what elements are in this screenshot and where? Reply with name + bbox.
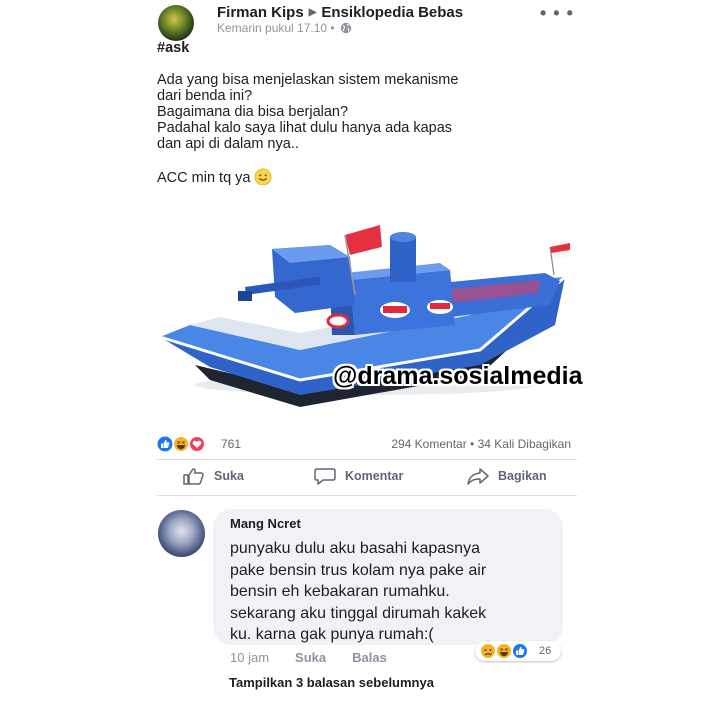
comment-text-line: pake bensin trus kolam nya pake air [230, 561, 487, 579]
like-reaction-icon [512, 643, 528, 659]
comment-text-line: sekarang aku tinggal dirumah kakek [230, 604, 487, 622]
post-text: #ask Ada yang bisa menjelaskan sistem me… [157, 40, 577, 186]
share-icon [467, 468, 489, 485]
facebook-post: Firman Kips ▶ Ensiklopedia Bebas Kemarin p… [0, 0, 720, 720]
divider [157, 495, 577, 496]
post-stats: 294 Komentar • 34 Kali Dibagikan [391, 437, 571, 451]
haha-reaction-icon [173, 436, 189, 452]
post-timestamp[interactable]: Kemarin pukul 17.10 [217, 21, 327, 35]
haha-reaction-icon [496, 643, 512, 659]
post-text-line: Padahal kalo saya lihat dulu hanya ada k… [157, 120, 453, 136]
smile-emoji-icon [254, 168, 273, 186]
post-text-line: Ada yang bisa menjelaskan sistem mekanis… [157, 72, 459, 88]
love-reaction-icon [189, 436, 205, 452]
sad-reaction-icon [480, 643, 496, 659]
thumbs-up-icon [183, 468, 204, 485]
comment-text-line: bensin eh kebakaran rumahku. [230, 583, 450, 600]
comment-label: Komentar [345, 469, 404, 483]
author-name[interactable]: Firman Kips [217, 4, 304, 21]
globe-icon [340, 22, 352, 34]
comment-reactions[interactable]: 26 [475, 641, 561, 661]
comment-like-button[interactable]: Suka [295, 650, 326, 665]
reaction-count[interactable]: 761 [221, 437, 241, 451]
post-text-line: Bagaimana dia bisa berjalan? [157, 104, 349, 120]
arrow-right-icon: ▶ [308, 7, 317, 18]
more-options-icon[interactable]: • • • [540, 3, 574, 24]
commenter-avatar[interactable] [158, 510, 205, 557]
divider [157, 459, 577, 460]
author-avatar[interactable] [158, 5, 194, 41]
post-header-names: Firman Kips ▶ Ensiklopedia Bebas [217, 4, 463, 21]
post-closing-text: ACC min tq ya [157, 170, 251, 186]
like-button[interactable]: Suka [182, 466, 244, 486]
post-text-line: dan api di dalam nya.. [157, 136, 299, 152]
share-label: Bagikan [498, 469, 547, 483]
post-text-line: dari benda ini? [157, 88, 253, 104]
post-hashtag[interactable]: #ask [157, 40, 577, 56]
comment-count[interactable]: 294 Komentar [391, 437, 466, 451]
comment-text: punyaku dulu aku basahi kapasnya pake be… [230, 538, 560, 646]
comment-time[interactable]: 10 jam [230, 650, 269, 665]
stats-separator: • [470, 437, 475, 451]
share-count[interactable]: 34 Kali Dibagikan [478, 437, 571, 451]
comment-reaction-icons [480, 643, 528, 659]
comment-author[interactable]: Mang Ncret [230, 516, 301, 531]
group-name[interactable]: Ensiklopedia Bebas [321, 4, 463, 21]
like-reaction-icon [157, 436, 173, 452]
post-closing-line: ACC min tq ya [157, 168, 577, 186]
show-previous-replies-link[interactable]: Tampilkan 3 balasan sebelumnya [229, 675, 434, 690]
comment-reply-button[interactable]: Balas [352, 650, 387, 665]
post-meta: Kemarin pukul 17.10 • [217, 21, 352, 35]
watermark-text: @drama.sosialmedia [333, 362, 583, 390]
comment-reaction-count: 26 [539, 645, 552, 657]
comment-icon [314, 468, 336, 485]
toy-boat-image [159, 225, 570, 407]
comment-button[interactable]: Komentar [313, 466, 403, 486]
meta-separator: • [330, 21, 335, 35]
reactions-summary: 761 294 Komentar • 34 Kali Dibagikan [157, 436, 577, 454]
like-label: Suka [214, 469, 244, 483]
comment-text-line: punyaku dulu aku basahi kapasnya [230, 540, 480, 557]
share-button[interactable]: Bagikan [466, 466, 547, 486]
post-photo[interactable] [150, 185, 580, 430]
comment-meta: 10 jam Suka Balas [230, 650, 387, 665]
reaction-icons[interactable] [157, 436, 219, 452]
